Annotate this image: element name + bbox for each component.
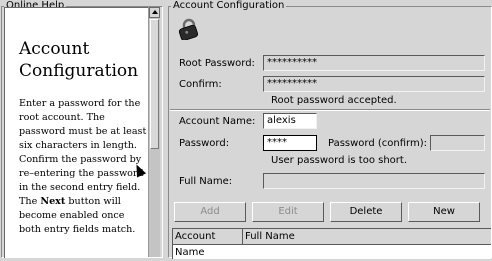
scroll-up-arrow-icon[interactable] xyxy=(149,7,160,18)
account-config-title: Account Configuration xyxy=(171,0,287,12)
root-password-field[interactable]: ********** xyxy=(263,55,485,71)
help-body: Enter a password for the root account. T… xyxy=(19,97,147,237)
help-body-next: Next xyxy=(40,196,66,207)
help-scrollbar[interactable] xyxy=(148,7,160,257)
help-heading: Account Configuration xyxy=(19,39,139,81)
user-password-field[interactable]: **** xyxy=(263,135,317,151)
root-password-label: Root Password: xyxy=(179,58,255,69)
password-confirm-label: Password (confirm): xyxy=(328,138,427,149)
root-password-status: Root password accepted. xyxy=(271,95,397,106)
add-button[interactable]: Add xyxy=(174,202,246,222)
accounts-table[interactable]: Account Name Full Name xyxy=(172,228,491,259)
user-password-status: User password is too short. xyxy=(271,155,408,166)
password-label: Password: xyxy=(179,138,230,149)
full-name-label: Full Name: xyxy=(179,176,233,187)
section-divider xyxy=(170,109,490,111)
delete-button[interactable]: Delete xyxy=(330,202,402,222)
help-document[interactable]: Account Configuration Enter a password f… xyxy=(4,7,148,258)
confirm-root-password-field[interactable]: ********** xyxy=(263,76,485,92)
confirm-label: Confirm: xyxy=(179,79,222,90)
help-body-text-1: Enter a password for the root account. T… xyxy=(19,98,147,207)
user-password-confirm-field[interactable] xyxy=(430,135,485,151)
padlock-icon xyxy=(178,18,199,40)
full-name-field[interactable] xyxy=(263,173,485,189)
account-name-field[interactable]: alexis xyxy=(263,113,317,129)
new-button[interactable]: New xyxy=(408,202,480,222)
edit-button[interactable]: Edit xyxy=(252,202,324,222)
column-header-account-name[interactable]: Account Name xyxy=(173,229,243,258)
scroll-thumb[interactable] xyxy=(150,19,159,149)
account-name-label: Account Name: xyxy=(179,116,256,127)
column-header-full-name[interactable]: Full Name xyxy=(243,229,491,245)
